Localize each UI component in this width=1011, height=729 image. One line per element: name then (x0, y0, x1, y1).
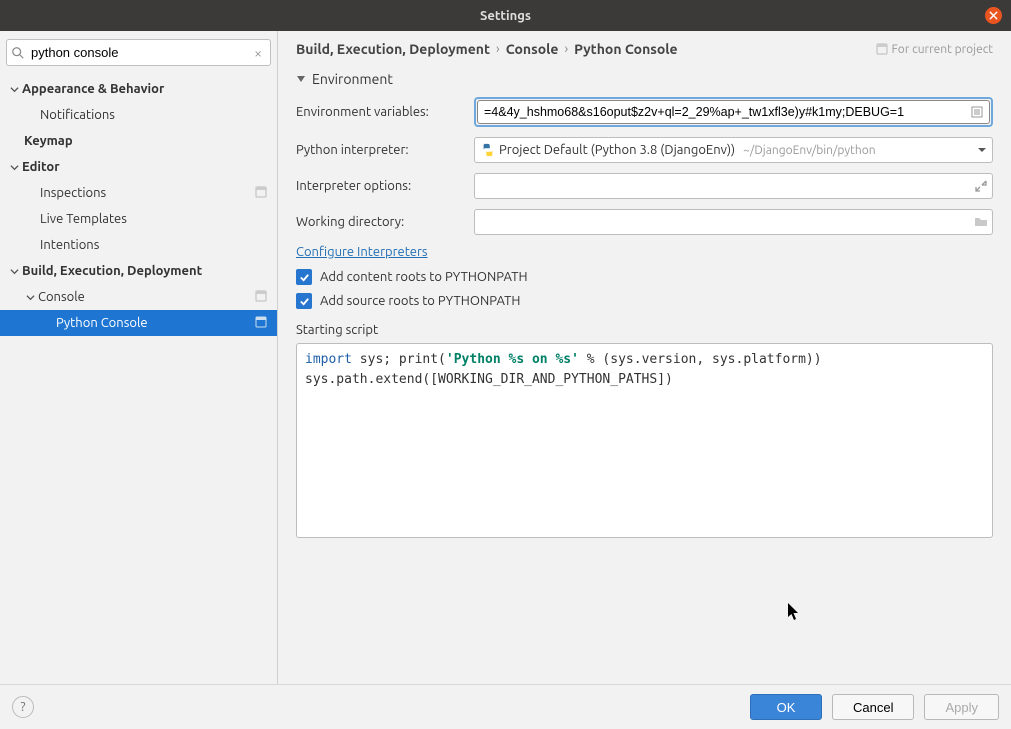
python-icon (481, 143, 495, 157)
titlebar: Settings (0, 0, 1011, 31)
search-icon (11, 46, 25, 60)
folder-icon (974, 215, 988, 229)
chevron-down-icon (26, 293, 35, 302)
project-scope-icon (255, 186, 267, 201)
settings-sidebar: × Appearance & Behavior Notifications Ke… (0, 31, 278, 684)
starting-script-label: Starting script (296, 323, 993, 337)
interp-label: Python interpreter: (296, 143, 466, 157)
settings-tree: Appearance & Behavior Notifications Keym… (0, 72, 277, 684)
breadcrumb-separator: › (496, 42, 500, 56)
interpreter-name: Project Default (Python 3.8 (DjangoEnv)) (499, 143, 735, 157)
breadcrumb: Build, Execution, Deployment › Console ›… (296, 41, 993, 57)
project-scope-icon (255, 290, 267, 305)
chevron-down-icon (10, 85, 19, 94)
breadcrumb-separator: › (564, 42, 568, 56)
environment-section-header[interactable]: Environment (296, 71, 993, 87)
project-scope-icon (255, 316, 267, 331)
expand-icon (974, 179, 988, 193)
add-source-roots-checkbox[interactable] (296, 293, 312, 309)
settings-content: Build, Execution, Deployment › Console ›… (278, 31, 1011, 684)
add-content-roots-checkbox[interactable] (296, 269, 312, 285)
apply-button[interactable]: Apply (924, 694, 999, 720)
configure-interpreters-link[interactable]: Configure Interpreters (296, 245, 993, 259)
tree-editor[interactable]: Editor (0, 154, 277, 180)
code-line: import sys; print('Python %s on %s' % (s… (305, 350, 984, 370)
dropdown-arrow-icon (978, 143, 986, 157)
browse-folder-button[interactable] (974, 215, 988, 229)
add-content-roots-row: Add content roots to PYTHONPATH (296, 269, 993, 285)
crumb-python-console: Python Console (574, 41, 677, 57)
help-button[interactable]: ? (12, 696, 34, 718)
add-content-roots-label: Add content roots to PYTHONPATH (320, 270, 528, 284)
window-close-button[interactable] (985, 7, 1002, 24)
working-directory-input[interactable] (474, 209, 993, 235)
for-current-project-hint: For current project (876, 43, 994, 56)
chevron-down-icon (10, 267, 19, 276)
python-interpreter-dropdown[interactable]: Project Default (Python 3.8 (DjangoEnv))… (474, 137, 993, 163)
cancel-button[interactable]: Cancel (832, 694, 914, 720)
search-input[interactable] (25, 45, 250, 60)
close-icon (989, 11, 998, 20)
tree-keymap[interactable]: Keymap (0, 128, 277, 154)
tree-appearance-behavior[interactable]: Appearance & Behavior (0, 76, 277, 102)
collapse-arrow-icon (296, 74, 306, 84)
dialog-footer: ? OK Cancel Apply (0, 684, 1011, 729)
tree-live-templates[interactable]: Live Templates (0, 206, 277, 232)
tree-console[interactable]: Console (0, 284, 277, 310)
crumb-console[interactable]: Console (506, 41, 559, 57)
tree-build-execution-deployment[interactable]: Build, Execution, Deployment (0, 258, 277, 284)
interp-opts-label: Interpreter options: (296, 179, 466, 193)
list-icon (970, 105, 984, 119)
chevron-down-icon (10, 163, 19, 172)
tree-notifications[interactable]: Notifications (0, 102, 277, 128)
interpreter-options-input[interactable] (474, 173, 993, 199)
workdir-label: Working directory: (296, 215, 466, 229)
expand-field-button[interactable] (974, 179, 988, 193)
check-icon (299, 272, 310, 283)
window-title: Settings (480, 9, 531, 23)
project-scope-icon (876, 43, 888, 55)
settings-search[interactable]: × (6, 39, 271, 66)
add-source-roots-row: Add source roots to PYTHONPATH (296, 293, 993, 309)
env-vars-input[interactable] (477, 100, 990, 124)
interpreter-path: ~/DjangoEnv/bin/python (743, 144, 875, 157)
starting-script-editor[interactable]: import sys; print('Python %s on %s' % (s… (296, 343, 993, 538)
code-line: sys.path.extend([WORKING_DIR_AND_PYTHON_… (305, 370, 984, 390)
env-vars-edit-button[interactable] (970, 105, 984, 119)
check-icon (299, 296, 310, 307)
env-vars-label: Environment variables: (296, 105, 466, 119)
crumb-bed[interactable]: Build, Execution, Deployment (296, 41, 490, 57)
tree-intentions[interactable]: Intentions (0, 232, 277, 258)
env-vars-field-wrap (474, 97, 993, 127)
tree-inspections[interactable]: Inspections (0, 180, 277, 206)
tree-python-console[interactable]: Python Console (0, 310, 277, 336)
ok-button[interactable]: OK (750, 694, 822, 720)
add-source-roots-label: Add source roots to PYTHONPATH (320, 294, 520, 308)
clear-search-button[interactable]: × (250, 45, 266, 61)
